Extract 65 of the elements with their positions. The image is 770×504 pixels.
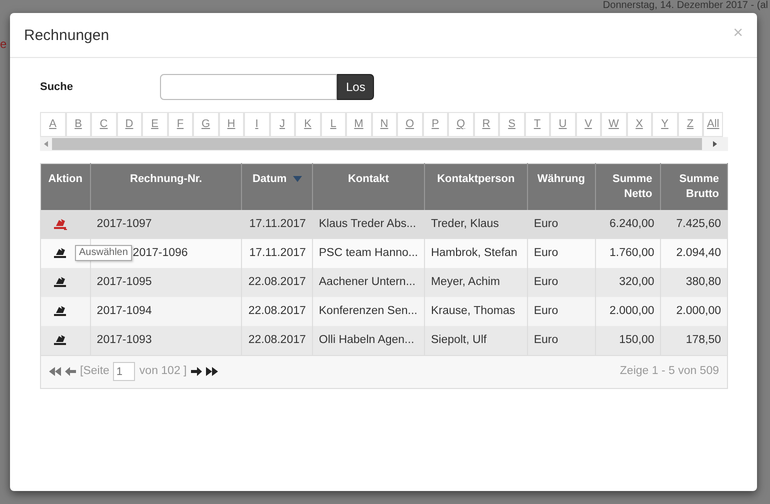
stamp-icon[interactable] — [53, 275, 67, 288]
page-text: e — [0, 36, 7, 53]
stamp-icon[interactable] — [53, 246, 67, 260]
letter-filter-button[interactable]: C — [91, 112, 116, 137]
letter-filter-button[interactable]: F — [168, 112, 193, 137]
letter-filter-button[interactable]: L — [320, 112, 346, 137]
column-header[interactable]: Summe Brutto — [660, 164, 728, 210]
scroll-right-icon[interactable] — [713, 141, 717, 147]
letter-filter-button[interactable]: R — [474, 112, 499, 137]
column-header[interactable]: Kontaktperson — [424, 164, 528, 210]
previous-page-icon[interactable] — [65, 367, 76, 376]
last-page-icon[interactable] — [206, 367, 218, 376]
date-text: Donnerstag, 14. Dezember 2017 - (al — [602, 0, 768, 12]
table-cell: Siepolt, Ulf — [424, 326, 528, 355]
letter-filter-button[interactable]: All — [703, 112, 724, 137]
close-button[interactable]: × — [733, 23, 743, 41]
letter-filter-button[interactable]: O — [397, 112, 422, 137]
letter-filter-button[interactable]: I — [244, 112, 270, 137]
tooltip: Auswählen — [75, 245, 132, 261]
scroll-thumb[interactable] — [52, 138, 702, 150]
letter-filter-button[interactable]: S — [499, 112, 524, 137]
table-cell: Olli Habeln Agen... — [312, 326, 424, 355]
column-header[interactable]: Rechnung-Nr. — [90, 164, 242, 210]
letter-filter-button[interactable]: U — [550, 112, 576, 137]
letter-filter-button[interactable]: K — [295, 112, 320, 137]
stamp-icon[interactable] — [53, 304, 67, 318]
column-header[interactable]: Datum — [242, 164, 312, 210]
letter-filter-button[interactable]: A — [40, 112, 66, 137]
letter-filter-button[interactable]: N — [372, 112, 397, 137]
letter-filter-button[interactable]: Z — [678, 112, 703, 137]
letter-filter-button[interactable]: H — [218, 112, 244, 137]
table-cell: Euro — [527, 326, 595, 355]
table-cell: 178,50 — [660, 326, 728, 355]
dialog-title: Rechnungen — [24, 26, 110, 46]
letter-filter-button[interactable]: X — [626, 112, 652, 137]
page-count-text: von 102 ] — [139, 364, 187, 379]
table-cell: 22.08.2017 — [242, 326, 312, 355]
column-header[interactable]: Summe Netto — [595, 164, 661, 210]
letter-filter-button[interactable]: E — [142, 112, 168, 137]
stamp-icon[interactable] — [53, 333, 67, 346]
first-page-icon[interactable] — [49, 367, 61, 376]
letter-filter-button[interactable]: P — [422, 112, 448, 137]
letter-filter-button[interactable]: Q — [448, 112, 474, 137]
letter-filter-button[interactable]: D — [116, 112, 142, 137]
next-page-icon[interactable] — [190, 367, 202, 376]
column-header[interactable]: Aktion — [40, 164, 90, 210]
page-number-field[interactable]: 1 — [113, 362, 136, 381]
letter-filter-button[interactable]: B — [66, 112, 91, 137]
letter-filter-button[interactable]: M — [346, 112, 372, 137]
letter-filter-button[interactable]: W — [601, 112, 626, 137]
letter-filter-button[interactable]: Y — [652, 112, 678, 137]
letter-filter-button[interactable]: G — [193, 112, 218, 137]
letter-filter-button[interactable]: V — [576, 112, 601, 137]
letter-filter-button[interactable]: J — [270, 112, 295, 137]
records-summary: Zeige 1 - 5 von 509 — [620, 364, 719, 379]
search-button[interactable]: Los — [337, 74, 374, 100]
column-header[interactable]: Kontakt — [312, 164, 424, 210]
page-label: [Seite — [80, 364, 110, 379]
horizontal-scrollbar[interactable] — [40, 137, 728, 151]
column-header[interactable]: Währung — [527, 164, 595, 210]
search-field[interactable] — [160, 74, 337, 100]
letter-filter-button[interactable]: T — [524, 112, 550, 137]
table-cell: 150,00 — [595, 326, 661, 355]
table-cell: 2017-1093 — [90, 326, 242, 355]
search-label: Suche — [40, 80, 74, 95]
